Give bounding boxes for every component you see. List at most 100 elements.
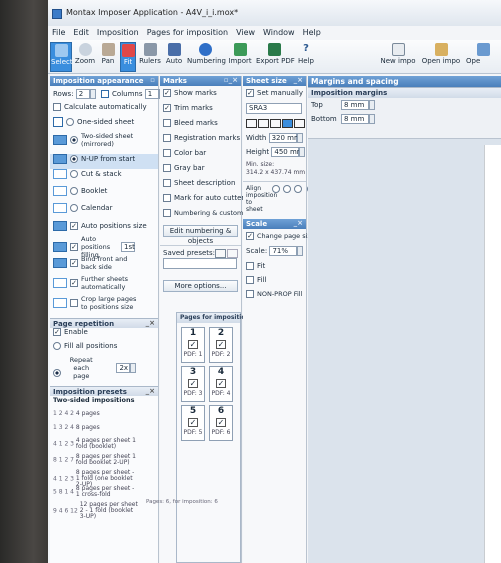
menu-imposition[interactable]: Imposition bbox=[93, 26, 143, 37]
close-icon[interactable]: _× bbox=[146, 387, 155, 395]
auto-positions-size-checkbox[interactable]: ✓ bbox=[70, 222, 78, 230]
crop-large-checkbox[interactable] bbox=[70, 299, 78, 307]
pan-tool-button[interactable]: Pan bbox=[98, 42, 118, 72]
bind-front-back-checkbox[interactable]: ✓ bbox=[70, 259, 78, 267]
page-checkbox[interactable]: ✓ bbox=[188, 418, 198, 427]
save-preset-icon[interactable] bbox=[215, 249, 226, 258]
menu-file[interactable]: File bbox=[48, 26, 69, 37]
more-options-button[interactable]: More options... bbox=[163, 280, 238, 292]
align-radio[interactable] bbox=[272, 185, 281, 193]
page-checkbox[interactable]: ✓ bbox=[188, 379, 198, 388]
fit-checkbox[interactable] bbox=[246, 262, 254, 270]
enable-row[interactable]: ✓ Enable bbox=[50, 328, 158, 342]
auto-positions-filling-checkbox[interactable]: ✓ bbox=[70, 243, 78, 251]
portrait-icon[interactable] bbox=[246, 119, 257, 128]
page-thumb[interactable]: 6 ✓ PDF: 6 bbox=[209, 405, 233, 441]
numbering-button[interactable]: Numbering bbox=[187, 42, 226, 72]
open-button-cut[interactable]: Ope bbox=[466, 42, 501, 72]
cut-stack-radio[interactable] bbox=[70, 170, 78, 178]
calc-auto-checkbox[interactable] bbox=[53, 103, 61, 111]
nonprop-row[interactable]: NON-PROP Fill bbox=[243, 290, 306, 304]
page-checkbox[interactable]: ✓ bbox=[216, 340, 226, 349]
fill-checkbox[interactable] bbox=[246, 276, 254, 284]
save-icon[interactable] bbox=[282, 119, 293, 128]
bleed-marks-checkbox[interactable] bbox=[163, 119, 171, 127]
page-thumb[interactable]: 3 ✓ PDF: 3 bbox=[181, 366, 205, 402]
numbering-objects-checkbox[interactable] bbox=[163, 209, 171, 217]
fit-button[interactable]: Fit bbox=[120, 42, 136, 72]
filling-value-field[interactable]: 1st bbox=[121, 242, 135, 252]
one-sided-radio[interactable] bbox=[66, 118, 74, 126]
align-radio[interactable] bbox=[294, 185, 303, 193]
page-thumb[interactable]: 5 ✓ PDF: 5 bbox=[181, 405, 205, 441]
bind-front-back-row[interactable]: ✓ Bind front and back side bbox=[50, 255, 158, 275]
sheet-description-checkbox[interactable] bbox=[163, 179, 171, 187]
repeat-count-spinner[interactable] bbox=[130, 363, 137, 373]
one-sided-option[interactable]: One-sided sheet bbox=[50, 117, 158, 132]
auto-cutters-checkbox[interactable] bbox=[163, 194, 171, 202]
change-page-size-row[interactable]: ✓ Change page size bbox=[243, 232, 315, 246]
align-radio[interactable] bbox=[283, 185, 292, 193]
page-checkbox[interactable]: ✓ bbox=[216, 418, 226, 427]
nonprop-checkbox[interactable] bbox=[246, 290, 254, 298]
repeat-each-row[interactable]: Repeat each page 2x bbox=[50, 356, 158, 386]
scale-spinner[interactable] bbox=[297, 246, 304, 256]
crop-large-row[interactable]: Crop large pages to positions size bbox=[50, 295, 158, 316]
auto-button[interactable]: Auto bbox=[164, 42, 184, 72]
open-impo-button[interactable]: Open impo bbox=[420, 42, 462, 72]
preset-item[interactable]: 5 8 1 4 8 pages per sheet - 1 cross-fold bbox=[50, 486, 158, 502]
landscape-icon[interactable] bbox=[258, 119, 269, 128]
fill-all-radio[interactable] bbox=[53, 342, 61, 350]
delete-preset-icon[interactable] bbox=[227, 249, 238, 258]
preset-item[interactable]: 8 1 2 7 8 pages per sheet 1 fold booklet… bbox=[50, 454, 158, 470]
set-manually-checkbox[interactable]: ✓ bbox=[246, 89, 254, 97]
calc-auto-row[interactable]: Calculate automatically bbox=[50, 103, 158, 117]
calendar-option[interactable]: Calendar bbox=[50, 203, 158, 221]
change-page-size-checkbox[interactable]: ✓ bbox=[246, 232, 254, 240]
page-checkbox[interactable]: ✓ bbox=[216, 379, 226, 388]
registration-marks-checkbox[interactable] bbox=[163, 134, 171, 142]
mark-row[interactable]: Bleed marks bbox=[160, 119, 241, 134]
rows-input[interactable]: 2 bbox=[75, 89, 90, 99]
cut-stack-option[interactable]: Cut & stack bbox=[50, 169, 158, 186]
new-impo-button[interactable]: New impo bbox=[378, 42, 418, 72]
page-thumb[interactable]: 2 ✓ PDF: 2 bbox=[209, 327, 233, 363]
page-thumb[interactable]: 4 ✓ PDF: 4 bbox=[209, 366, 233, 402]
gray-bar-checkbox[interactable] bbox=[163, 164, 171, 172]
further-sheets-row[interactable]: ✓ Further sheets automatically bbox=[50, 275, 158, 295]
nup-radio[interactable] bbox=[70, 155, 78, 163]
calendar-radio[interactable] bbox=[70, 204, 78, 212]
scale-input[interactable]: 71% bbox=[269, 246, 298, 256]
menu-view[interactable]: View bbox=[232, 26, 259, 37]
close-icon[interactable]: ▫_× bbox=[224, 76, 238, 84]
page-checkbox[interactable]: ✓ bbox=[188, 340, 198, 349]
set-manually-row[interactable]: ✓ Set manually bbox=[243, 89, 306, 103]
fit-row[interactable]: Fit bbox=[243, 262, 306, 276]
fill-all-row[interactable]: Fill all positions bbox=[50, 342, 158, 356]
trim-marks-checkbox[interactable]: ✓ bbox=[163, 104, 171, 112]
help-button[interactable]: ? Help bbox=[295, 42, 317, 72]
preset-item[interactable]: 9 4 6 12 12 pages per sheet 2 - 1 fold (… bbox=[50, 502, 158, 520]
height-spinner[interactable] bbox=[299, 147, 306, 157]
preset-item[interactable]: 4 1 2 3 8 pages per sheet - 1 fold (one … bbox=[50, 470, 158, 488]
mark-row[interactable]: Numbering & custom objects bbox=[160, 209, 269, 224]
bottom-margin-spinner[interactable] bbox=[369, 114, 375, 124]
height-input[interactable]: 450 mm bbox=[271, 147, 304, 157]
close-icon[interactable]: _× bbox=[146, 319, 155, 327]
layout-icon[interactable] bbox=[294, 119, 305, 128]
rows-spinner[interactable] bbox=[89, 89, 96, 99]
two-sided-option[interactable]: Two-sided sheet (mirrored) bbox=[50, 132, 158, 154]
mark-row[interactable]: Registration marks bbox=[160, 134, 241, 149]
close-icon[interactable]: _× bbox=[294, 219, 303, 227]
top-margin-spinner[interactable] bbox=[369, 100, 375, 110]
menu-help[interactable]: Help bbox=[299, 26, 325, 37]
top-margin-input[interactable]: 8 mm bbox=[341, 100, 369, 110]
menu-edit[interactable]: Edit bbox=[69, 26, 93, 37]
menu-window[interactable]: Window bbox=[259, 26, 299, 37]
preset-select[interactable] bbox=[163, 258, 237, 269]
sheet-preview[interactable] bbox=[484, 145, 501, 563]
repeat-count-field[interactable]: 2x bbox=[116, 363, 131, 373]
mark-row[interactable]: Color bar bbox=[160, 149, 241, 164]
menu-pages-for-imposition[interactable]: Pages for imposition bbox=[143, 26, 232, 37]
select-tool-button[interactable]: Select bbox=[50, 42, 73, 72]
